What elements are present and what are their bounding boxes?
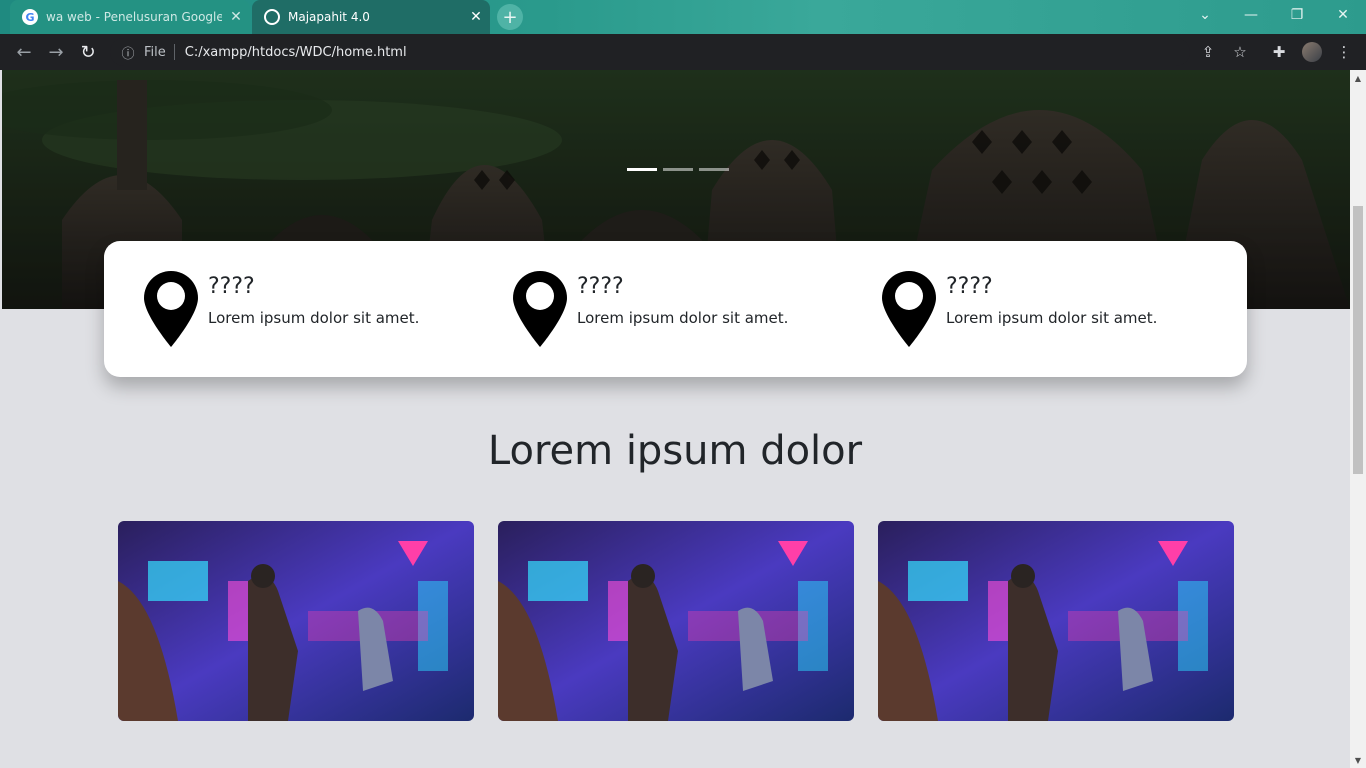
scroll-up-icon[interactable]: ▲ [1350,70,1366,86]
cyberpunk-street-image [878,521,1234,721]
close-icon[interactable]: ✕ [222,9,250,25]
back-icon[interactable]: ← [8,36,40,68]
info-text: Lorem ipsum dolor sit amet. [208,309,420,327]
tab-majapahit[interactable]: Majapahit 4.0 ✕ [252,0,490,34]
scroll-down-icon[interactable]: ▼ [1350,752,1366,768]
restore-icon[interactable]: ❐ [1274,0,1320,30]
share-icon[interactable]: ⇪ [1196,40,1220,64]
carousel-indicator-1[interactable] [627,168,657,171]
info-title: ???? [208,274,255,299]
location-pin-icon [513,271,567,347]
url-text[interactable]: C:/xampp/htdocs/WDC/home.html [185,45,407,60]
scrollbar-thumb[interactable] [1353,206,1363,474]
plus-icon[interactable]: + [497,4,523,30]
star-icon[interactable]: ☆ [1228,40,1252,64]
globe-icon [264,9,280,25]
info-card: ???? Lorem ipsum dolor sit amet. ???? Lo… [104,241,1247,377]
page-viewport: ???? Lorem ipsum dolor sit amet. ???? Lo… [0,70,1350,768]
carousel-indicators [627,168,729,171]
close-window-icon[interactable]: ✕ [1320,0,1366,30]
tab-google-search[interactable]: G wa web - Penelusuran Google ✕ [10,0,250,34]
minimize-icon[interactable]: — [1228,0,1274,30]
info-title: ???? [577,274,624,299]
browser-toolbar: ← → ↻ ⓘ File C:/xampp/htdocs/WDC/home.ht… [0,34,1366,70]
cyberpunk-street-image [118,521,474,721]
tab-title: wa web - Penelusuran Google [46,10,222,24]
gallery-image[interactable] [118,521,474,721]
extensions-icon[interactable]: ✚ [1267,40,1291,64]
security-label: File [144,44,166,60]
page-scrollbar[interactable]: ▲ ▼ [1350,70,1366,768]
cyberpunk-street-image [498,521,854,721]
address-bar[interactable]: ⓘ File C:/xampp/htdocs/WDC/home.html [110,38,1190,66]
info-item: ???? Lorem ipsum dolor sit amet. [513,271,788,347]
info-item: ???? Lorem ipsum dolor sit amet. [144,271,419,347]
forward-icon[interactable]: → [40,36,72,68]
tab-strip: G wa web - Penelusuran Google ✕ Majapahi… [0,0,1366,34]
close-icon[interactable]: ✕ [462,9,490,25]
gallery-image[interactable] [498,521,854,721]
location-pin-icon [882,271,936,347]
menu-icon[interactable]: ⋮ [1332,40,1356,64]
location-pin-icon [144,271,198,347]
chevron-down-icon[interactable]: ⌄ [1182,0,1228,30]
carousel-indicator-2[interactable] [663,168,693,171]
info-icon[interactable]: ⓘ [118,42,138,62]
divider [173,44,175,60]
reload-icon[interactable]: ↻ [72,36,104,68]
tab-title: Majapahit 4.0 [288,10,370,24]
info-item: ???? Lorem ipsum dolor sit amet. [882,271,1157,347]
google-icon: G [22,9,38,25]
profile-avatar[interactable] [1300,40,1324,64]
info-text: Lorem ipsum dolor sit amet. [577,309,789,327]
info-title: ???? [946,274,993,299]
gallery-image[interactable] [878,521,1234,721]
info-text: Lorem ipsum dolor sit amet. [946,309,1158,327]
section-title: Lorem ipsum dolor [487,428,863,474]
carousel-indicator-3[interactable] [699,168,729,171]
